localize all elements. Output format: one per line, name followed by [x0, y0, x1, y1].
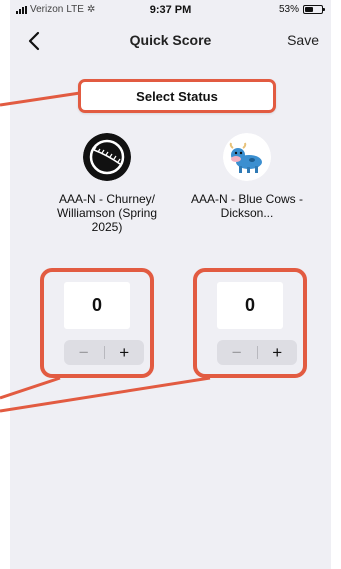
away-score-group: 0 − + [193, 268, 307, 378]
battery-group: 53% [278, 4, 325, 15]
cow-icon [223, 133, 271, 181]
save-button[interactable]: Save [287, 32, 319, 48]
away-increment-button[interactable]: + [258, 340, 298, 365]
away-decrement-button[interactable]: − [217, 340, 257, 365]
away-team-name: AAA-N - Blue Cows - Dickson... [190, 192, 304, 220]
away-score[interactable]: 0 [217, 282, 283, 329]
home-increment-button[interactable]: + [105, 340, 145, 365]
battery-fill [305, 7, 313, 12]
away-score-stepper: − + [217, 340, 297, 365]
home-team-name: AAA-N - Churney/ Williamson (Spring 2025… [56, 192, 158, 234]
home-score[interactable]: 0 [64, 282, 130, 329]
navigation-bar: Quick Score Save [10, 22, 331, 62]
status-bar: Verizon LTE ✲ 9:37 PM 53% [10, 0, 331, 22]
away-team: AAA-N - Blue Cows - Dickson... [182, 133, 312, 220]
home-score-group: 0 − + [40, 268, 154, 378]
battery-icon [303, 5, 325, 14]
page-title: Quick Score [129, 32, 212, 48]
home-score-stepper: − + [64, 340, 144, 365]
home-decrement-button[interactable]: − [64, 340, 104, 365]
select-status-button[interactable]: Select Status [78, 79, 276, 113]
phone-screen: Verizon LTE ✲ 9:37 PM 53% Quick Score Sa… [10, 0, 331, 569]
baseball-icon [83, 133, 131, 181]
battery-percent: 53% [278, 4, 299, 15]
home-team: AAA-N - Churney/ Williamson (Spring 2025… [42, 133, 172, 234]
